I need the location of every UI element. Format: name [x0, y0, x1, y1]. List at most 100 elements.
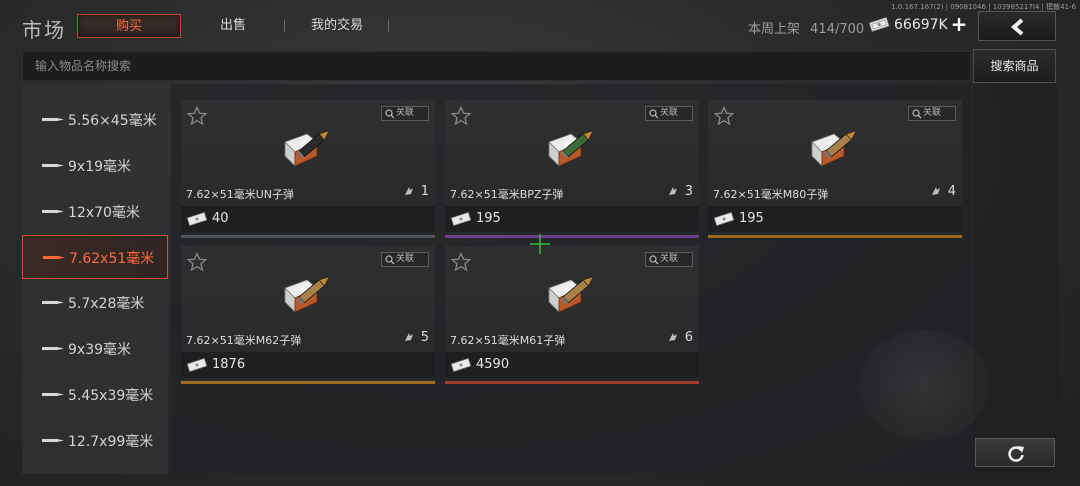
favorite-star-icon[interactable]	[451, 252, 471, 272]
weekly-listing-value: 414/700	[810, 22, 865, 37]
rarity-bar	[445, 235, 699, 238]
sidebar-item-label: 5.7x28毫米	[68, 296, 145, 312]
item-price: 195	[476, 211, 501, 226]
page-title: 市场	[22, 18, 66, 42]
bullet-icon	[42, 301, 64, 304]
ammo-box-icon	[284, 275, 331, 313]
tab-buy[interactable]: 购买	[77, 14, 181, 38]
sidebar-item-label: 12x70毫米	[68, 205, 140, 221]
sidebar-item-7-62x51[interactable]: 7.62x51毫米	[22, 235, 168, 279]
sidebar-item-5-45x39[interactable]: 5.45x39毫米	[22, 373, 168, 417]
item-count: 5	[403, 330, 429, 345]
item-card[interactable]: 关联 7.62×51毫米M61子弹 6 4590	[445, 246, 699, 384]
item-name: 7.62×51毫米M61子弹	[450, 334, 566, 347]
cash-icon	[868, 16, 890, 33]
bullet-icon	[42, 164, 64, 167]
weekly-listing-label: 本周上架	[748, 22, 801, 37]
currency-amount: 66697K	[894, 17, 948, 33]
item-card[interactable]: 关联 7.62×51毫米M80子弹 4 195	[708, 100, 962, 238]
related-button[interactable]: 关联	[908, 106, 956, 121]
tab-divider	[284, 20, 285, 32]
rarity-bar	[181, 381, 435, 384]
sidebar-item-label: 5.56×45毫米	[68, 113, 157, 129]
price-bar: 4590	[445, 352, 699, 378]
item-card[interactable]: 关联 7.62×51毫米M62子弹 5 1876	[181, 246, 435, 384]
item-card[interactable]: 关联 7.62×51毫米UN子弹 1 40	[181, 100, 435, 238]
favorite-star-icon[interactable]	[451, 106, 471, 126]
sidebar-item-9x19[interactable]: 9x19毫米	[22, 144, 168, 188]
sidebar-item-12-7x99[interactable]: 12.7x99毫米	[22, 419, 168, 463]
rarity-bar	[445, 381, 699, 384]
weekly-listing: 本周上架 414/700	[748, 18, 864, 37]
add-currency-button[interactable]: +	[949, 12, 969, 36]
refresh-icon	[1008, 446, 1024, 462]
chevron-left-icon	[1010, 18, 1024, 36]
cash-icon	[187, 212, 207, 226]
cash-icon	[187, 358, 207, 372]
search-button[interactable]: 搜索商品	[973, 49, 1056, 83]
sidebar-item-label: 5.45x39毫米	[68, 388, 154, 404]
price-bar: 195	[708, 206, 962, 232]
search-icon	[385, 255, 395, 265]
item-card[interactable]: 关联 7.62×51毫米BPZ子弹 3 195	[445, 100, 699, 238]
sidebar-item-label: 7.62x51毫米	[69, 251, 155, 267]
price-bar: 195	[445, 206, 699, 232]
related-button[interactable]: 关联	[645, 106, 693, 121]
item-price: 195	[739, 211, 764, 226]
search-bar	[22, 51, 971, 81]
favorite-star-icon[interactable]	[187, 252, 207, 272]
item-name: 7.62×51毫米M62子弹	[186, 334, 302, 347]
stack-icon	[668, 187, 677, 195]
cash-icon	[451, 212, 471, 226]
item-price: 40	[212, 211, 229, 226]
related-button[interactable]: 关联	[381, 252, 429, 267]
price-bar: 1876	[181, 352, 435, 378]
caliber-sidebar: 5.56×45毫米 9x19毫米 12x70毫米 7.62x51毫米 5.7x2…	[22, 84, 168, 474]
search-icon	[385, 109, 395, 119]
related-button[interactable]: 关联	[381, 106, 429, 121]
sidebar-item-5-56x45[interactable]: 5.56×45毫米	[22, 98, 168, 142]
bullet-icon	[43, 256, 65, 259]
item-name: 7.62×51毫米BPZ子弹	[450, 188, 564, 201]
touch-glow	[860, 330, 990, 440]
tab-my-trades[interactable]: 我的交易	[294, 14, 380, 38]
ammo-box-icon	[548, 275, 595, 313]
related-button[interactable]: 关联	[645, 252, 693, 267]
sidebar-item-label: 9x39毫米	[68, 342, 132, 358]
search-input[interactable]	[23, 52, 970, 80]
search-icon	[649, 255, 659, 265]
crosshair-icon	[530, 234, 550, 258]
back-button[interactable]	[978, 11, 1056, 41]
item-count: 6	[667, 330, 693, 345]
right-panel	[973, 84, 1058, 474]
item-count: 4	[930, 184, 956, 199]
ammo-box-icon	[811, 129, 858, 167]
item-count: 1	[403, 184, 429, 199]
cash-icon	[451, 358, 471, 372]
item-name: 7.62×51毫米UN子弹	[186, 188, 294, 201]
favorite-star-icon[interactable]	[714, 106, 734, 126]
search-icon	[649, 109, 659, 119]
related-label: 关联	[396, 108, 415, 118]
stack-icon	[931, 187, 940, 195]
sidebar-item-12x70[interactable]: 12x70毫米	[22, 190, 168, 234]
favorite-star-icon[interactable]	[187, 106, 207, 126]
item-name: 7.62×51毫米M80子弹	[713, 188, 829, 201]
sidebar-item-5-7x28[interactable]: 5.7x28毫米	[22, 281, 168, 325]
related-label: 关联	[923, 108, 942, 118]
rarity-bar	[181, 235, 435, 238]
bullet-icon	[42, 439, 64, 442]
related-label: 关联	[660, 254, 679, 264]
ammo-box-icon	[284, 129, 331, 167]
refresh-button[interactable]	[975, 438, 1055, 467]
tab-sell[interactable]: 出售	[190, 14, 276, 38]
related-label: 关联	[660, 108, 679, 118]
sidebar-item-label: 9x19毫米	[68, 159, 132, 175]
sidebar-item-9x39[interactable]: 9x39毫米	[22, 327, 168, 371]
sidebar-item-label: 12.7x99毫米	[68, 434, 154, 450]
stack-icon	[404, 333, 413, 341]
tab-divider	[388, 20, 389, 32]
item-count-value: 3	[684, 184, 693, 199]
item-count-value: 5	[420, 330, 429, 345]
bullet-icon	[42, 393, 64, 396]
